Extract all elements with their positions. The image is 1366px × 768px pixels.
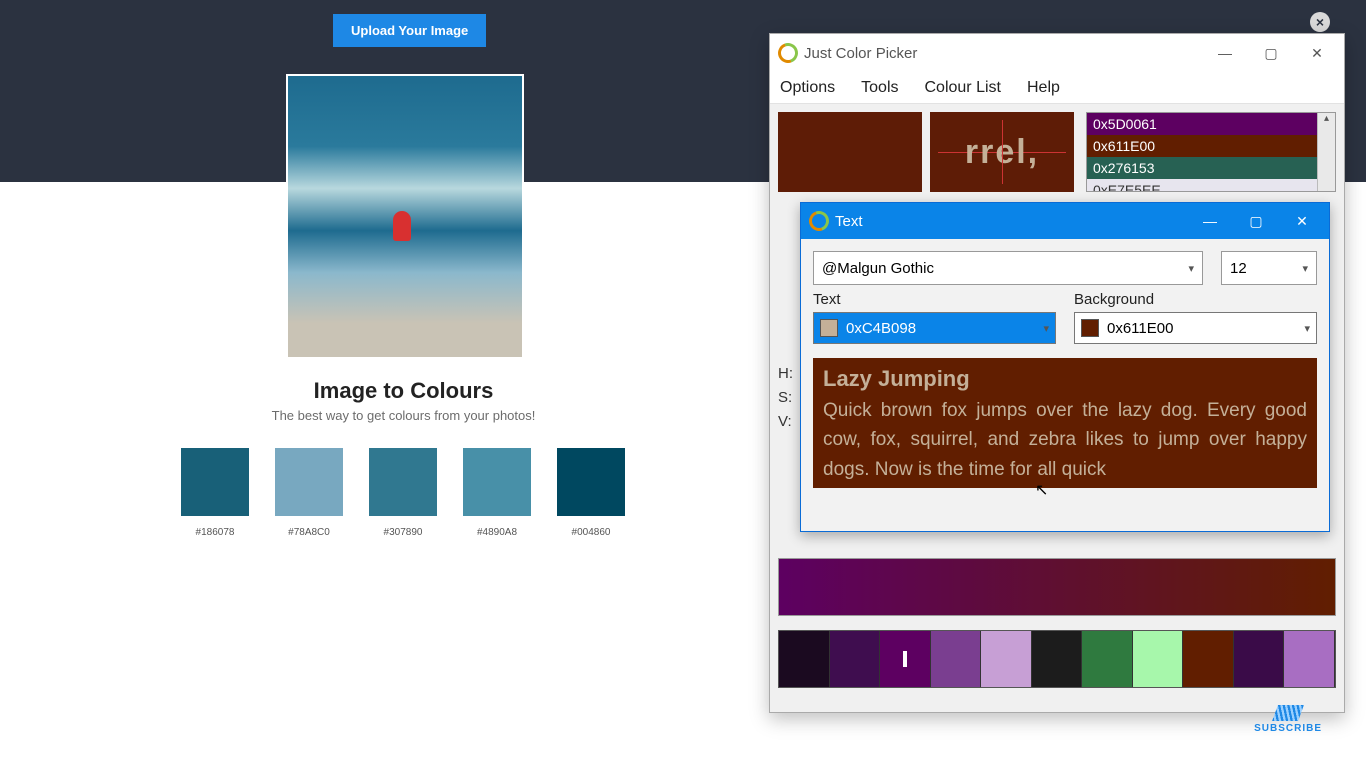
- jcp-menubar: Options Tools Colour List Help: [770, 72, 1344, 104]
- swatch-color: [463, 448, 531, 516]
- font-select[interactable]: @Malgun Gothic ▾: [813, 251, 1203, 285]
- swatch-hex: #307890: [384, 527, 423, 538]
- harmony-swatch[interactable]: [1032, 631, 1083, 687]
- text-color-code: 0xC4B098: [846, 320, 916, 337]
- swatch-color: [181, 448, 249, 516]
- menu-colour-list[interactable]: Colour List: [925, 79, 1001, 97]
- color-list-row[interactable]: 0x611E00: [1087, 135, 1317, 157]
- text-titlebar[interactable]: Text — ▢ ✕: [801, 203, 1329, 239]
- maximize-button[interactable]: ▢: [1248, 38, 1294, 68]
- swatch-color: [557, 448, 625, 516]
- page-title: Image to Colours: [0, 378, 807, 404]
- jcp-title: Just Color Picker: [804, 45, 1202, 62]
- color-list-row[interactable]: 0x276153: [1087, 157, 1317, 179]
- gradient-bar[interactable]: [778, 558, 1336, 616]
- text-window-title: Text: [835, 213, 1187, 230]
- menu-tools[interactable]: Tools: [861, 79, 898, 97]
- preview-heading: Lazy Jumping: [823, 366, 1307, 392]
- bg-color-select[interactable]: 0x611E00 ▾: [1074, 312, 1317, 344]
- chevron-down-icon: ▾: [1302, 262, 1308, 275]
- minimize-button[interactable]: —: [1202, 38, 1248, 68]
- harmony-swatch[interactable]: [1133, 631, 1184, 687]
- bg-color-chip: [1081, 319, 1099, 337]
- menu-options[interactable]: Options: [780, 79, 835, 97]
- font-value: @Malgun Gothic: [822, 260, 934, 277]
- swatch[interactable]: #78A8C0: [275, 448, 343, 538]
- font-size-select[interactable]: 12 ▾: [1221, 251, 1317, 285]
- swatch-color: [369, 448, 437, 516]
- color-list[interactable]: 0x5D0061 0x611E00 0x276153 0xE7E5EE: [1086, 112, 1336, 192]
- swatch-hex: #186078: [196, 527, 235, 538]
- harmony-swatch[interactable]: [1234, 631, 1285, 687]
- text-color-select[interactable]: 0xC4B098 ▾: [813, 312, 1056, 344]
- jcp-logo-icon: [809, 211, 829, 231]
- swatch-hex: #78A8C0: [288, 527, 330, 538]
- font-size-value: 12: [1230, 260, 1247, 277]
- harmony-swatch[interactable]: [779, 631, 830, 687]
- harmony-swatch[interactable]: [931, 631, 982, 687]
- text-color-label: Text: [813, 291, 1056, 308]
- bg-color-label: Background: [1074, 291, 1317, 308]
- page-subtitle: The best way to get colours from your ph…: [0, 408, 807, 423]
- swatch[interactable]: #186078: [181, 448, 249, 538]
- harmony-swatch[interactable]: [1284, 631, 1335, 687]
- close-icon[interactable]: ×: [1310, 12, 1330, 32]
- swatch[interactable]: #4890A8: [463, 448, 531, 538]
- bg-color-code: 0x611E00: [1107, 320, 1173, 337]
- preview-body: Quick brown fox jumps over the lazy dog.…: [823, 396, 1307, 484]
- text-color-chip: [820, 319, 838, 337]
- upload-image-button[interactable]: Upload Your Image: [333, 14, 486, 47]
- harmony-swatch[interactable]: [981, 631, 1032, 687]
- zoom-panel: rrel,: [930, 112, 1074, 192]
- chevron-down-icon: ▾: [1304, 322, 1310, 335]
- close-button[interactable]: ✕: [1294, 38, 1340, 68]
- hsv-s: S:: [778, 386, 793, 410]
- close-button[interactable]: ✕: [1279, 206, 1325, 236]
- sample-image: [286, 74, 524, 359]
- swatch[interactable]: #004860: [557, 448, 625, 538]
- chevron-down-icon: ▾: [1188, 262, 1194, 275]
- chevron-down-icon: ▾: [1043, 322, 1049, 335]
- swatch-color: [275, 448, 343, 516]
- color-list-row[interactable]: 0xE7E5EE: [1087, 179, 1317, 191]
- scrollbar[interactable]: [1317, 113, 1335, 191]
- text-preview-panel: Lazy Jumping Quick brown fox jumps over …: [813, 358, 1317, 488]
- harmony-swatch[interactable]: [1082, 631, 1133, 687]
- minimize-button[interactable]: —: [1187, 206, 1233, 236]
- text-preview-window: Text — ▢ ✕ @Malgun Gothic ▾ 12 ▾ Text 0x…: [800, 202, 1330, 532]
- zoom-sample-text: rrel,: [965, 133, 1039, 172]
- hsv-v: V:: [778, 410, 793, 434]
- color-list-row[interactable]: 0x5D0061: [1087, 113, 1317, 135]
- jcp-logo-icon: [778, 43, 798, 63]
- palette-swatches: #186078 #78A8C0 #307890 #4890A8 #004860: [181, 448, 625, 538]
- harmony-swatches: [778, 630, 1336, 688]
- jcp-titlebar[interactable]: Just Color Picker — ▢ ✕: [770, 34, 1344, 72]
- harmony-swatch[interactable]: [880, 631, 931, 687]
- swatch-hex: #004860: [572, 527, 611, 538]
- swatch[interactable]: #307890: [369, 448, 437, 538]
- harmony-swatch[interactable]: [1183, 631, 1234, 687]
- harmony-swatch[interactable]: [830, 631, 881, 687]
- swatch-hex: #4890A8: [477, 527, 517, 538]
- subscribe-watermark: SUBSCRIBE: [1254, 705, 1322, 734]
- hsv-readout: H: S: V:: [778, 362, 793, 434]
- menu-help[interactable]: Help: [1027, 79, 1060, 97]
- current-color-panel: [778, 112, 922, 192]
- hsv-h: H:: [778, 362, 793, 386]
- jcp-panels: rrel, 0x5D0061 0x611E00 0x276153 0xE7E5E…: [770, 104, 1344, 194]
- maximize-button[interactable]: ▢: [1233, 206, 1279, 236]
